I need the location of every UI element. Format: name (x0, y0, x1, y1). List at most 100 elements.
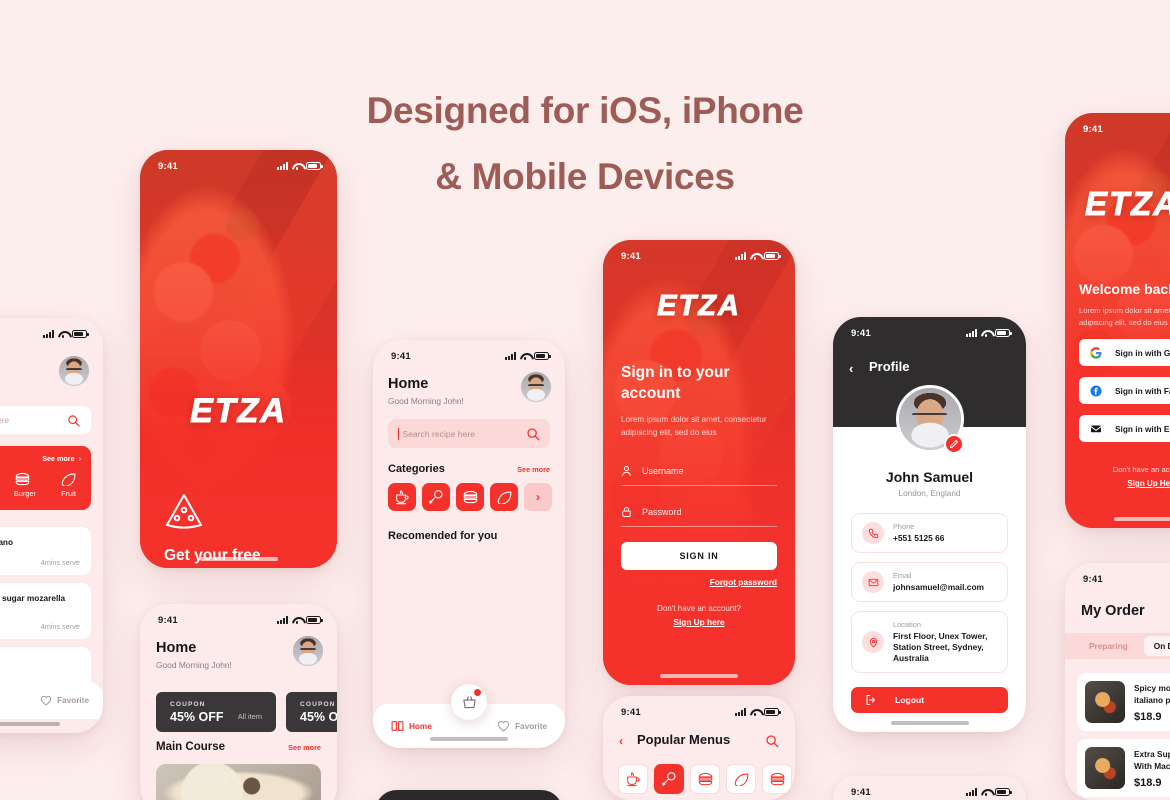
sign-in-google-button[interactable]: Sign in with Google (1079, 339, 1170, 366)
heart-icon (497, 721, 510, 732)
logout-button[interactable]: Logout (851, 687, 1008, 713)
pizza-slice-icon (164, 492, 204, 530)
cart-badge (474, 689, 481, 696)
status-icons (277, 616, 323, 624)
sign-up-link[interactable]: Sign Up Here (1065, 479, 1170, 488)
status-time: 9:41 (851, 327, 871, 339)
category-item[interactable]: Fruit (60, 472, 77, 498)
status-time: 9:41 (621, 706, 641, 718)
avatar[interactable] (521, 372, 551, 402)
see-more-link[interactable]: See more › (42, 454, 81, 463)
battery-icon (72, 330, 89, 338)
phone-welcome-back: 9:41 ETZA Welcome back Lorem ipsum dolor… (1065, 113, 1170, 528)
list-item[interactable]: Extra pizza with less sugar mozarella 4m… (0, 583, 91, 639)
profile-field-location[interactable]: Location First Floor, Unex Tower, Statio… (851, 611, 1008, 673)
status-icons (735, 252, 781, 260)
category-next-button[interactable]: › (524, 483, 552, 511)
category-burger[interactable] (690, 764, 720, 794)
section-header-main-course: Main Course See more (156, 741, 321, 753)
category-fruit[interactable] (726, 764, 756, 794)
list-item[interactable]: Spicy mozarella italiano 4mins serve (0, 527, 91, 575)
category-fruit[interactable] (490, 483, 518, 511)
battery-icon (764, 708, 781, 716)
cellular-icon (277, 162, 288, 170)
no-account-text: Don't have an account? (657, 604, 741, 613)
sign-in-facebook-button[interactable]: Sign in with Facebook (1079, 377, 1170, 404)
category-chicken[interactable] (422, 483, 450, 511)
category-chicken[interactable] (654, 764, 684, 794)
cart-fab[interactable] (451, 684, 487, 720)
user-icon (622, 465, 631, 476)
category-panel: See more › Burger Fruit (0, 446, 91, 510)
tab-preparing[interactable]: Preparing (1079, 636, 1138, 656)
password-field[interactable]: Password (621, 497, 777, 527)
page-title: Popular Menus (637, 732, 731, 747)
search-icon[interactable] (765, 734, 779, 748)
cellular-icon (735, 708, 746, 716)
search-input[interactable]: Search recipe here (0, 406, 91, 434)
phone-my-order: 9:41 My Order Preparing On Delivery Spic… (1065, 563, 1170, 800)
coupon-card[interactable]: COUPON 45% OFF All item (156, 692, 276, 732)
avatar[interactable] (59, 356, 89, 386)
text-caret (398, 427, 400, 440)
category-drink[interactable] (618, 764, 648, 794)
status-icons (277, 162, 323, 170)
sign-in-email-button[interactable]: Sign in with Email (1079, 415, 1170, 442)
no-account-text: Don't have an account? (1112, 465, 1170, 474)
sign-in-button[interactable]: SIGN IN (621, 542, 777, 570)
category-burger[interactable] (456, 483, 484, 511)
phone-partial-dark (375, 790, 563, 800)
tab-home[interactable]: Home (391, 720, 432, 732)
coupon-card[interactable]: COUPON 45% OFF (286, 692, 337, 732)
profile-field-phone[interactable]: Phone +551 5125 66 (851, 513, 1008, 553)
battery-icon (995, 788, 1012, 796)
see-more-link[interactable]: See more (288, 743, 321, 752)
order-item[interactable]: Extra Supreme With Macaroni $18.9 (1077, 739, 1170, 797)
forgot-password-link[interactable]: Forgot password (710, 577, 777, 587)
search-placeholder: Search recipe here (402, 428, 476, 439)
pin-icon (862, 631, 884, 653)
order-item[interactable]: Spicy mozarella italiano pizza $18.9 (1077, 673, 1170, 731)
page-title: My Order (1081, 603, 1145, 619)
avatar[interactable] (293, 636, 323, 666)
search-icon (68, 414, 80, 427)
tab-favorite[interactable]: Favorite (40, 695, 89, 706)
fruit-icon (60, 472, 77, 486)
status-time: 9:41 (1083, 573, 1103, 585)
battery-icon (306, 616, 323, 624)
back-button[interactable]: ‹ (849, 361, 853, 376)
app-logo: ETZA (190, 392, 287, 431)
wifi-icon (292, 616, 302, 624)
battery-icon (995, 329, 1012, 337)
tab-on-delivery[interactable]: On Delivery (1143, 636, 1170, 656)
wifi-icon (981, 329, 991, 337)
search-input[interactable]: Search recipe here (388, 419, 550, 448)
see-more-link[interactable]: See more (517, 465, 550, 474)
phone-home: 9:41 Home Good Morning John! Search reci… (373, 340, 565, 748)
cellular-icon (43, 330, 54, 338)
main-course-photo[interactable] (156, 764, 321, 800)
wifi-icon (750, 708, 760, 716)
logout-icon (866, 695, 875, 705)
wifi-icon (520, 352, 530, 360)
status-time: 9:41 (851, 786, 871, 798)
tab-favorite[interactable]: Favorite (497, 720, 547, 732)
category-drink[interactable] (388, 483, 416, 511)
status-time: 9:41 (158, 614, 178, 626)
pencil-icon (949, 440, 958, 448)
price: $18.9 (1134, 776, 1162, 789)
category-item[interactable]: Burger (14, 472, 36, 498)
back-button[interactable]: ‹ (619, 734, 623, 748)
cellular-icon (966, 788, 977, 796)
heart-icon (40, 695, 52, 705)
category-burger-2[interactable] (762, 764, 792, 794)
edit-avatar-button[interactable] (943, 434, 964, 454)
username-field[interactable]: Username (621, 456, 777, 486)
sign-up-link[interactable]: Sign Up here (603, 617, 795, 627)
profile-field-email[interactable]: Email johnsamuel@mail.com (851, 562, 1008, 602)
greeting: Good Morning John! (156, 660, 232, 670)
status-time: 9:41 (1083, 123, 1103, 135)
status-icons (505, 352, 551, 360)
wifi-icon (58, 330, 68, 338)
page-title: Profile (869, 359, 910, 374)
